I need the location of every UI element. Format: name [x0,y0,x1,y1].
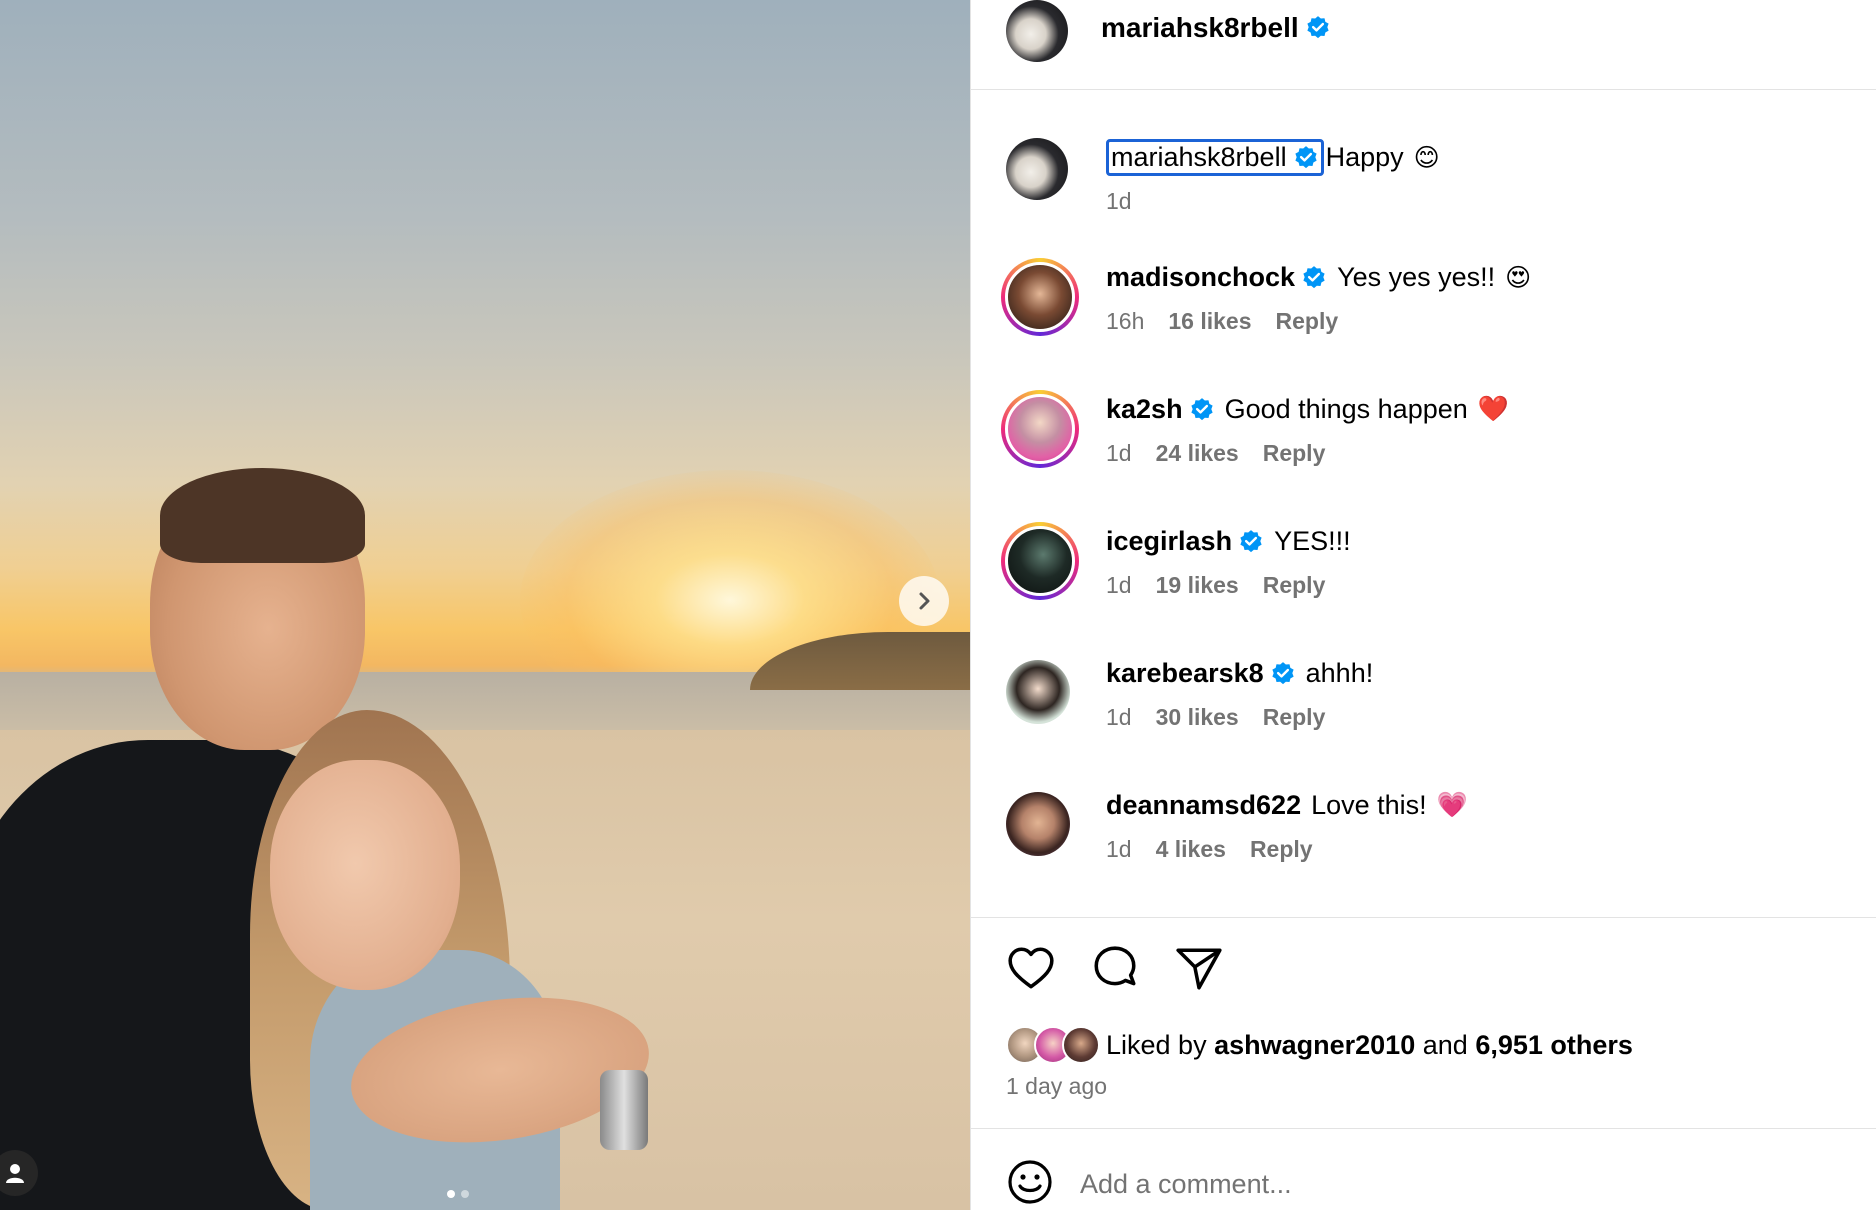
post-actions [1006,944,1224,994]
heart-icon [1008,947,1054,989]
verified-badge-icon [1190,397,1213,420]
woman-face [270,760,460,990]
likes-joiner: and [1422,1029,1468,1060]
comment-bubble-icon [1094,946,1136,986]
commenter-username[interactable]: madisonchock [1106,262,1295,293]
comment-likes[interactable]: 24 likes [1156,440,1239,467]
owner-username: mariahsk8rbell [1101,12,1299,43]
post-details-panel: mariahsk8rbell mariahsk8rbell Happy 😊 1d [970,0,1876,1210]
comment-text: Yes yes yes!! [1337,262,1496,292]
comment-time: 1d [1106,836,1132,862]
wristwatch [600,1070,648,1150]
likes-summary[interactable]: Liked by ashwagner2010 and 6,951 others [1006,1026,1633,1064]
owner-avatar[interactable] [1006,0,1068,62]
reply-button[interactable]: Reply [1276,308,1339,335]
comment-time: 16h [1106,308,1145,334]
comment-likes[interactable]: 16 likes [1168,308,1251,335]
add-comment-input[interactable]: Add a comment... [1080,1169,1292,1200]
commenter-username[interactable]: icegirlash [1106,526,1232,557]
comment-time: 1d [1106,704,1132,730]
liker-avatars [1006,1026,1100,1064]
post-photo [0,0,970,1210]
commenter-avatar[interactable] [1006,660,1070,724]
like-button[interactable] [1006,944,1056,994]
verified-badge-icon [1303,265,1325,288]
comment-time: 1d [1106,572,1132,598]
caption-username-link[interactable]: mariahsk8rbell [1106,139,1324,176]
carousel-dot-active [447,1190,455,1198]
likes-prefix: Liked by [1106,1029,1207,1060]
reply-button[interactable]: Reply [1263,440,1326,467]
commenter-avatar[interactable] [1006,792,1070,856]
comment-emoji: 💗 [1436,791,1468,819]
comment-text: ahhh! [1305,658,1374,688]
reply-button[interactable]: Reply [1263,704,1326,731]
comment-likes[interactable]: 4 likes [1156,836,1226,863]
comment-button[interactable] [1090,944,1140,994]
user-icon [6,1164,24,1183]
smiley-icon [1008,1160,1052,1204]
comment-time: 1d [1106,440,1132,466]
share-button[interactable] [1174,944,1224,994]
man-hair [160,468,365,563]
paper-plane-icon [1176,948,1222,990]
commenter-username[interactable]: karebearsk8 [1106,658,1264,689]
commenter-username[interactable]: deannamsd622 [1106,790,1301,821]
caption-username: mariahsk8rbell [1111,142,1287,172]
chevron-right-icon [919,592,930,610]
commenter-username[interactable]: ka2sh [1106,394,1183,425]
commenter-avatar[interactable] [1001,390,1079,468]
comment-emoji: ❤️ [1477,395,1509,423]
verified-badge-icon [1294,145,1317,168]
carousel-next-button[interactable] [899,576,949,626]
emoji-picker-button[interactable] [1006,1158,1054,1210]
post-timestamp: 1 day ago [1006,1073,1108,1099]
post-header: mariahsk8rbell [971,0,1876,90]
likes-user[interactable]: ashwagner2010 [1214,1030,1415,1061]
likes-others[interactable]: 6,951 others [1475,1030,1633,1061]
comment-text: Good things happen [1224,394,1468,424]
owner-username-link[interactable]: mariahsk8rbell [1101,12,1331,44]
commenter-avatar[interactable] [1001,258,1079,336]
add-comment-bar: Add a comment... [1006,1158,1292,1210]
liker-avatar [1062,1026,1100,1064]
comment-text: Love this! [1311,790,1427,820]
comment-likes[interactable]: 19 likes [1156,572,1239,599]
caption-text: Happy [1325,142,1404,172]
comment-emoji: 😍 [1505,263,1532,292]
caption-emoji: 😊 [1413,143,1440,172]
carousel-indicator [447,1190,469,1198]
verified-badge-icon [1307,16,1329,39]
divider [971,1128,1876,1129]
commenter-avatar[interactable] [1001,522,1079,600]
reply-button[interactable]: Reply [1263,572,1326,599]
carousel-dot [461,1190,469,1198]
divider [971,917,1876,918]
verified-badge-icon [1240,529,1262,552]
comment-likes[interactable]: 30 likes [1156,704,1239,731]
verified-badge-icon [1272,661,1294,684]
comment-text: YES!!! [1274,526,1351,556]
reply-button[interactable]: Reply [1250,836,1313,863]
caption-avatar[interactable] [1006,138,1068,200]
caption-time: 1d [1106,188,1132,214]
